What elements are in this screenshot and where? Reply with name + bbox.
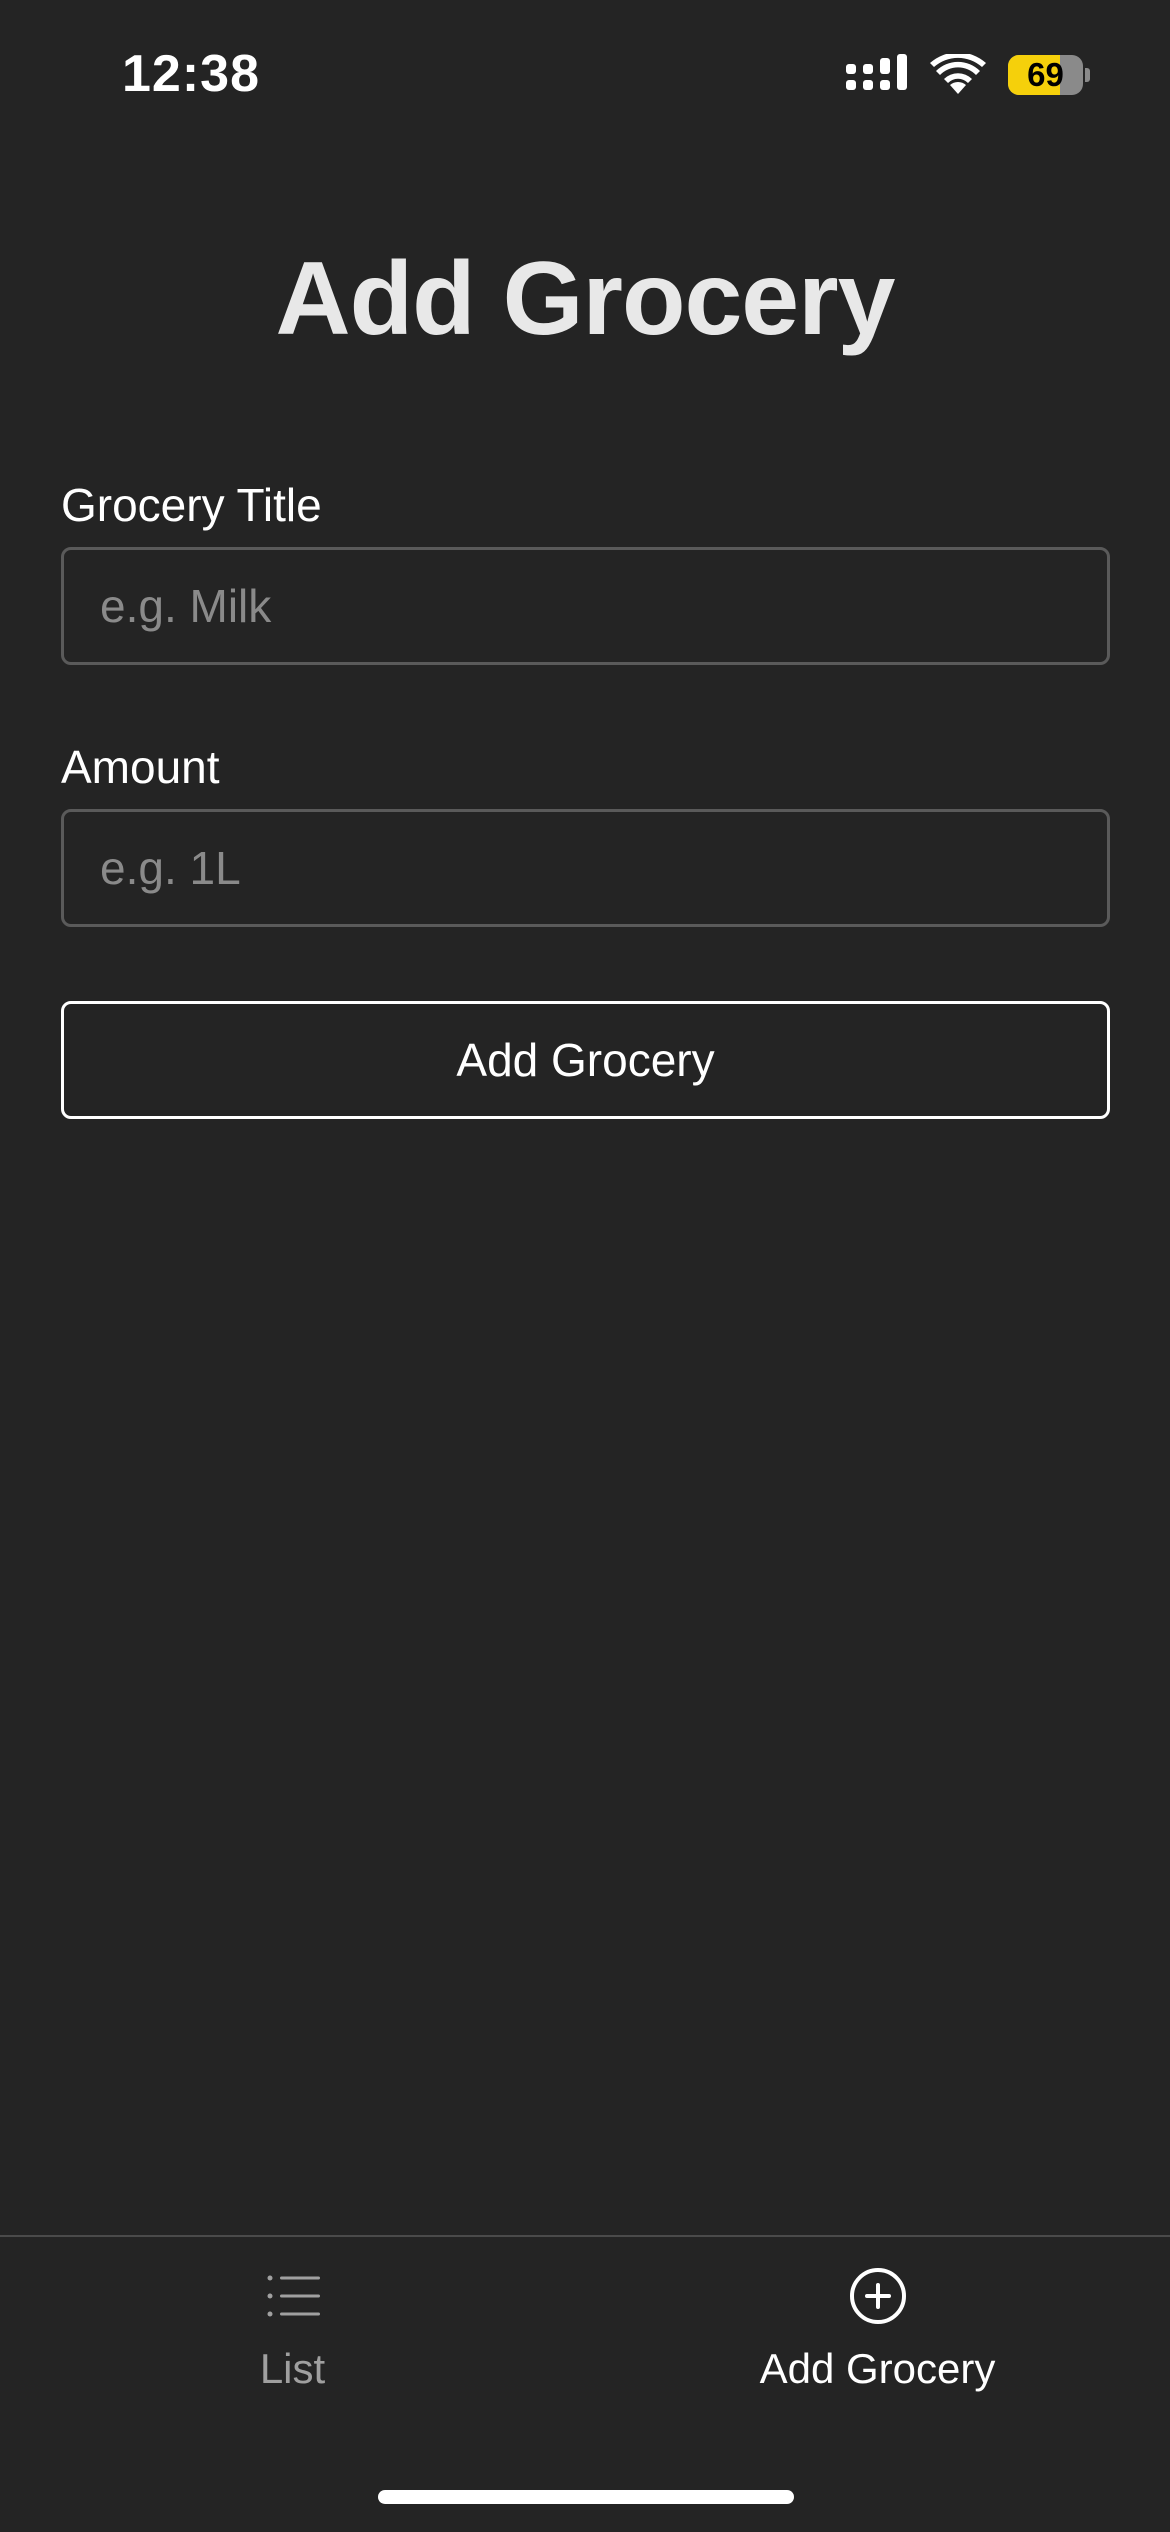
add-grocery-screen: 12:38 69 Add Grocery Grocery Title e.g. … <box>0 0 1170 2532</box>
amount-label: Amount <box>61 741 220 793</box>
home-indicator <box>378 2490 794 2504</box>
status-bar: 12:38 69 <box>0 0 1170 150</box>
tab-bar: List Add Grocery <box>0 2235 1170 2532</box>
list-icon <box>267 2275 320 2317</box>
wifi-icon <box>930 54 986 94</box>
add-grocery-button[interactable]: Add Grocery <box>61 1001 1110 1119</box>
plus-circle-icon <box>849 2268 906 2324</box>
battery-icon: 69 <box>1008 54 1090 96</box>
signal-icon <box>846 54 907 90</box>
grocery-title-input[interactable] <box>61 547 1110 665</box>
battery-level: 69 <box>1027 56 1064 93</box>
tab-list[interactable]: List <box>0 2267 585 2417</box>
page-title: Add Grocery <box>275 241 896 357</box>
grocery-title-label: Grocery Title <box>61 479 322 531</box>
amount-input[interactable] <box>61 809 1110 927</box>
status-time: 12:38 <box>122 45 260 103</box>
tab-add-grocery-label: Add Grocery <box>759 2345 996 2392</box>
status-icons: 69 <box>846 54 1090 96</box>
tab-list-label: List <box>259 2345 326 2392</box>
tab-add-grocery[interactable]: Add Grocery <box>585 2267 1170 2417</box>
